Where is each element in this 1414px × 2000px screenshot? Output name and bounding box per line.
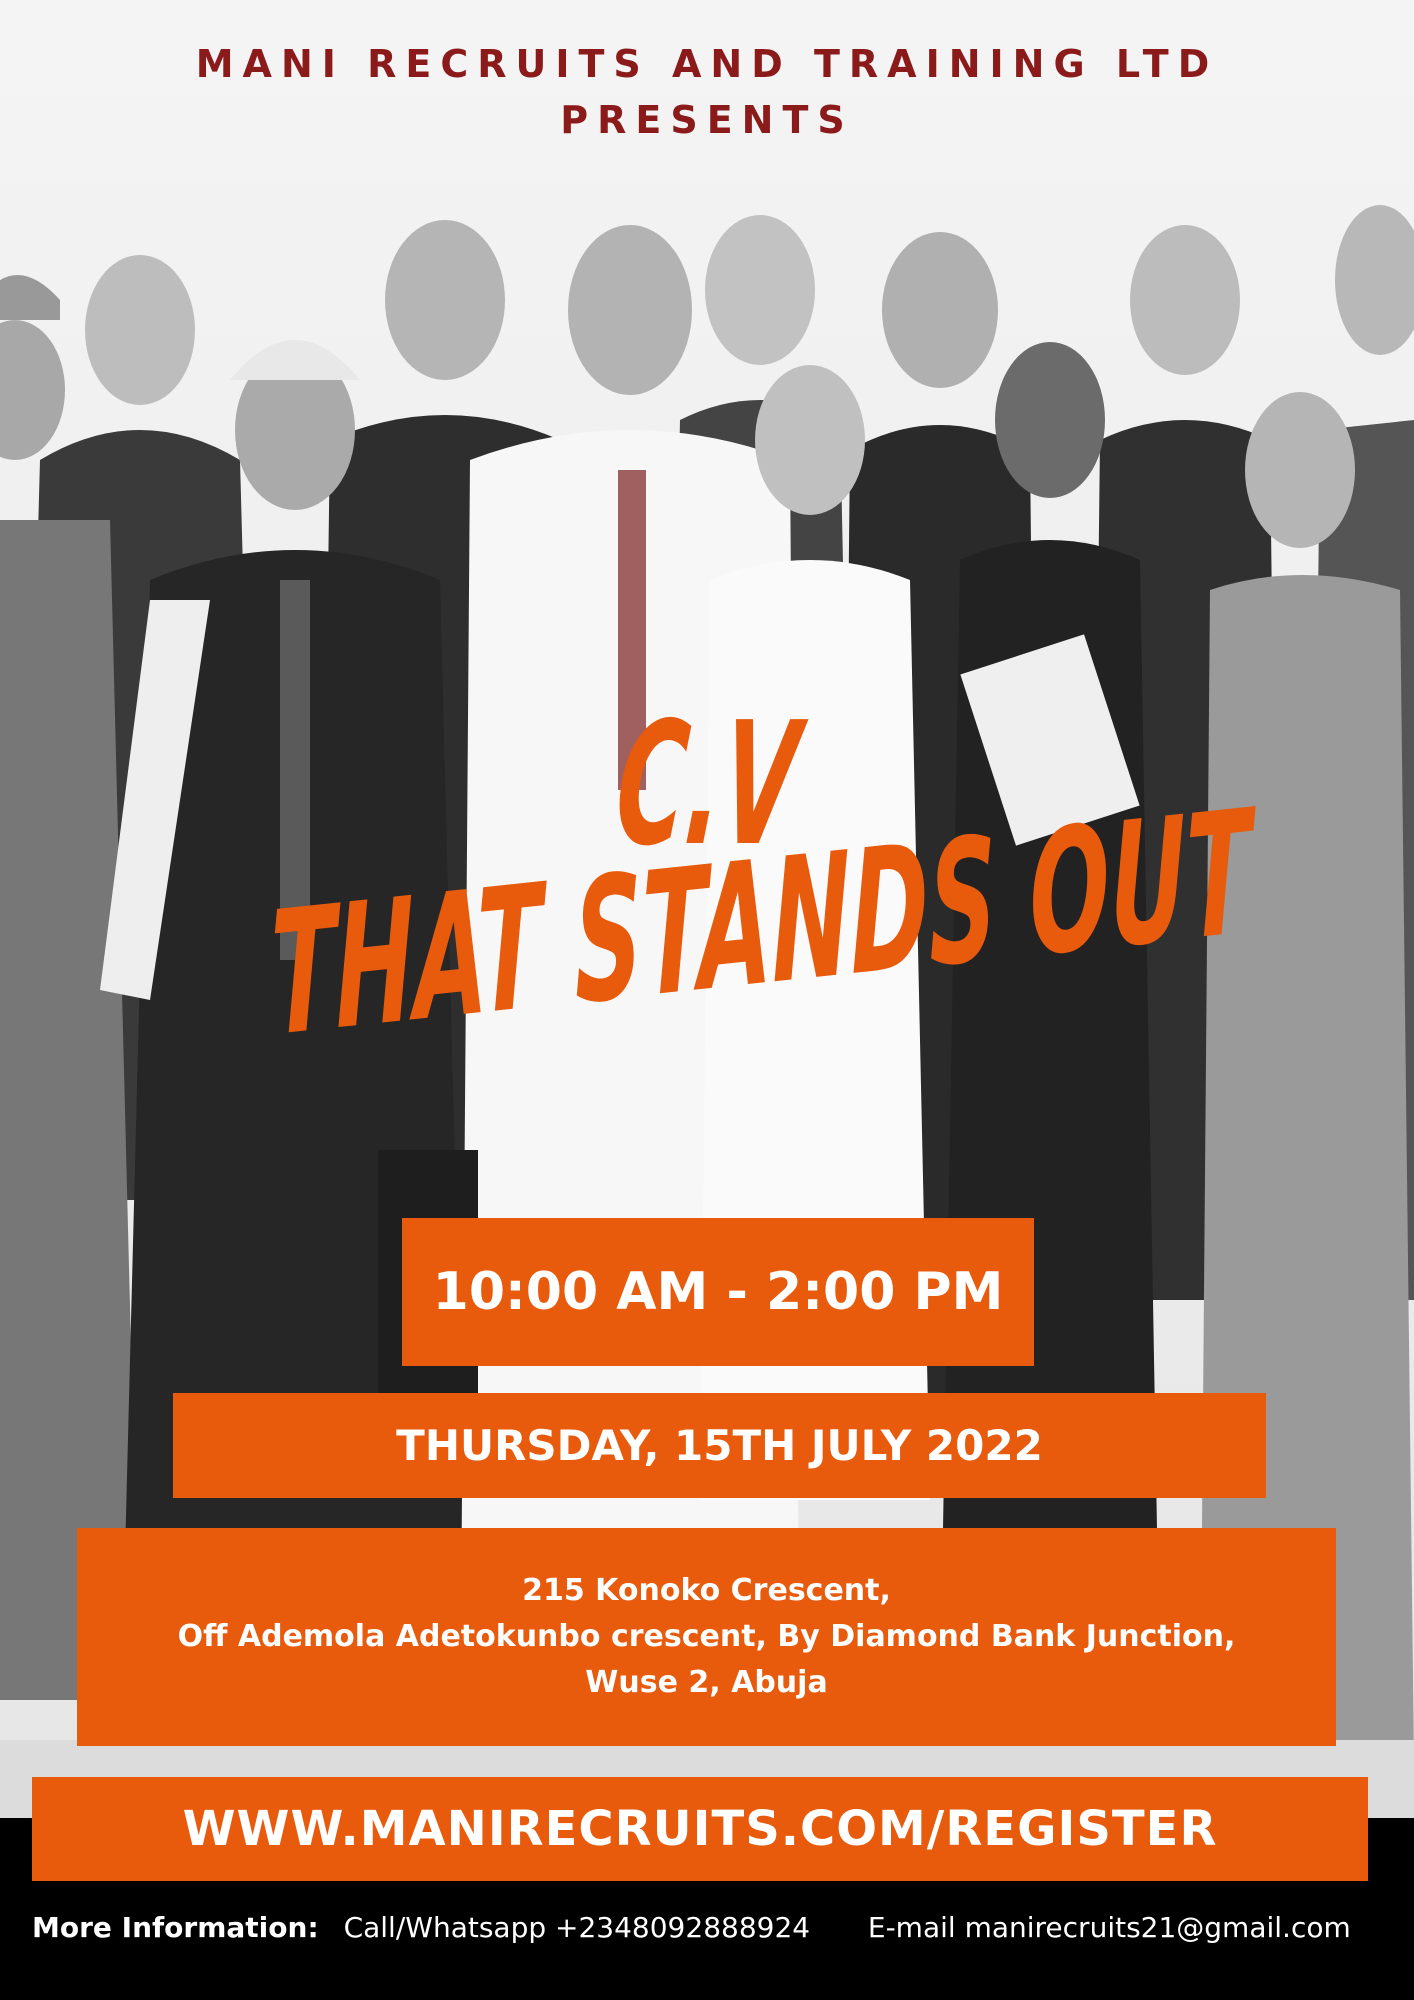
- venue-line-1: 215 Konoko Crescent,: [522, 1573, 891, 1608]
- event-date: THURSDAY, 15TH JULY 2022: [173, 1393, 1266, 1498]
- contact-email[interactable]: E-mail manirecruits21@gmail.com: [868, 1911, 1351, 1944]
- contact-label: More Information:: [32, 1911, 319, 1944]
- flyer: MANI RECRUITS AND TRAINING LTD PRESENTS …: [0, 0, 1414, 2000]
- organizer-name: MANI RECRUITS AND TRAINING LTD: [195, 42, 1219, 86]
- presents-label: PRESENTS: [560, 98, 854, 142]
- organizer-header: MANI RECRUITS AND TRAINING LTD PRESENTS: [0, 36, 1414, 148]
- register-link[interactable]: WWW.MANIRECRUITS.COM/REGISTER: [32, 1777, 1368, 1881]
- contact-phone[interactable]: Call/Whatsapp +2348092888924: [344, 1911, 811, 1944]
- event-time: 10:00 AM - 2:00 PM: [402, 1218, 1034, 1366]
- event-venue: 215 Konoko Crescent, Off Ademola Adetoku…: [77, 1528, 1336, 1746]
- venue-line-2: Off Ademola Adetokunbo crescent, By Diam…: [177, 1619, 1236, 1700]
- contact-info: More Information: Call/Whatsapp +2348092…: [32, 1906, 1392, 1950]
